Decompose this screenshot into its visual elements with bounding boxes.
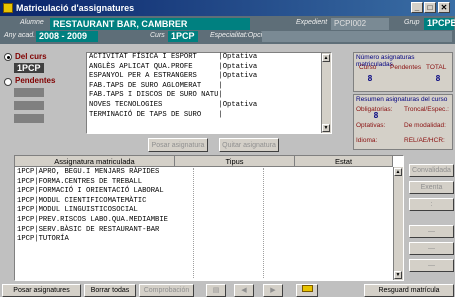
- borrar-todas-button[interactable]: Borrar todas: [84, 284, 136, 297]
- total-header: TOTAL: [426, 64, 447, 71]
- subject-row[interactable]: ESPANYOL PER A ESTRANGERS |Optativa: [89, 72, 331, 82]
- dash-button-1[interactable]: —: [409, 225, 454, 238]
- alumne-label: Alumne: [20, 19, 44, 26]
- pendents-radio[interactable]: [4, 78, 12, 86]
- curs-header: Curso: [359, 64, 377, 71]
- posar-asignatura-button[interactable]: Posar asignatura: [148, 138, 208, 152]
- window-title: Matriculació d'assignatures: [16, 3, 135, 13]
- subject-row[interactable]: TERMINACIÓ DE TAPS DE SURO |: [89, 111, 331, 121]
- dash-button-3[interactable]: —: [409, 259, 454, 272]
- subjects-rows: ACTIVITAT FÍSICA I ESPORT |Optativa ANGLÈ…: [87, 53, 331, 120]
- col-divider-1: [193, 168, 194, 278]
- any-field[interactable]: 2008 - 2009: [36, 31, 98, 42]
- exenta-button[interactable]: Exenta: [409, 181, 454, 194]
- subject-type: Optativa: [222, 53, 258, 61]
- idioma-label: Idioma:: [356, 137, 378, 144]
- subject-row[interactable]: FAB.TAPS DE SURO AGLOMERAT |: [89, 82, 331, 92]
- pendents-slot-2: [14, 101, 44, 110]
- resguard-matricula-button[interactable]: Resguard matrícula: [364, 284, 454, 297]
- col-divider-2: [263, 168, 264, 278]
- pendents-label: Pendentes: [15, 76, 56, 85]
- subjects-list[interactable]: ACTIVITAT FÍSICA I ESPORT |Optativa ANGLÈ…: [86, 52, 332, 134]
- dash-button-2[interactable]: —: [409, 242, 454, 255]
- subject-type: Optativa: [222, 62, 258, 71]
- especialitat-field[interactable]: [262, 31, 452, 42]
- subject-name: ESPANYOL PER A ESTRANGERS |: [89, 72, 223, 81]
- scroll-down-icon[interactable]: ▼: [322, 124, 330, 132]
- folder-icon[interactable]: [296, 284, 318, 297]
- optativas-label: Optativas:: [356, 122, 386, 129]
- table-row[interactable]: 1PCP|FORMA.CENTRES DE TREBALL: [17, 178, 168, 188]
- subject-row[interactable]: ACTIVITAT FÍSICA I ESPORT |Optativa: [89, 53, 331, 63]
- col-tipus[interactable]: Tipus: [175, 156, 295, 167]
- expedient-label: Expedient: [296, 19, 328, 26]
- subject-type: Optativa: [222, 100, 258, 109]
- prev-icon[interactable]: ◀: [234, 284, 254, 297]
- expedient-field[interactable]: PCPI002: [331, 18, 389, 30]
- subject-type: Optativa: [222, 72, 258, 81]
- subject-name: TERMINACIÓ DE TAPS DE SURO |: [89, 110, 223, 119]
- rel-label: REL/AE/HCR:: [404, 137, 445, 144]
- subject-name: ACTIVITAT FÍSICA I ESPORT |: [89, 53, 223, 61]
- title-bar: Matriculació d'assignatures: [0, 0, 455, 16]
- maximize-button[interactable]: □: [424, 2, 436, 13]
- modalidad-label: De modalidad:: [404, 122, 446, 129]
- subject-name: FAB.TAPS I DISCOS DE SURO NATU|: [89, 91, 223, 100]
- table-scrollbar[interactable]: ▲ ▼: [393, 167, 403, 280]
- numero-matriculadas-box: Número asignaturas matriculadas Curso Pe…: [353, 52, 453, 92]
- convalidada-button[interactable]: Convalidada: [409, 164, 454, 177]
- del-curs-badge: 1PCP: [14, 63, 44, 73]
- subject-row[interactable]: ANGLÈS APLICAT QUA.PROFE |Optativa: [89, 63, 331, 73]
- close-button[interactable]: ✕: [438, 2, 450, 13]
- col-estat[interactable]: Estat: [295, 156, 393, 167]
- table-row[interactable]: 1PCP|SERV.BÀSIC DE RESTAURANT-BAR: [17, 226, 168, 236]
- troncal-label: Troncal/Espec.:: [404, 106, 449, 113]
- enrolled-table[interactable]: Assignatura matriculada Tipus Estat 1PCP…: [14, 155, 404, 281]
- subject-row[interactable]: NOVES TECNOLOGIES |Optativa: [89, 101, 331, 111]
- del-curs-label: Del curs: [15, 52, 47, 61]
- pendents-slot-1: [14, 88, 44, 97]
- print-icon[interactable]: ▤: [206, 284, 226, 297]
- table-scroll-down-icon[interactable]: ▼: [394, 271, 402, 279]
- grup-field[interactable]: 1PCPB: [424, 18, 455, 30]
- table-scroll-up-icon[interactable]: ▲: [394, 168, 402, 176]
- table-row[interactable]: 1PCP|PREV.RISCOS LABO.QUA.MEDIAMBIE: [17, 216, 168, 226]
- table-row[interactable]: 1PCP|MODUL LINGUISTICOSOCIAL: [17, 206, 168, 216]
- subject-name: NOVES TECNOLOGIES |: [89, 100, 223, 109]
- subject-name: FAB.TAPS DE SURO AGLOMERAT |: [89, 81, 223, 90]
- curs-label: Curs: [150, 32, 165, 39]
- alumne-field[interactable]: RESTAURANT BAR, CAMBRER: [50, 18, 250, 30]
- table-row[interactable]: 1PCP|TUTORÍA: [17, 235, 168, 245]
- posar-asignatures-button[interactable]: Posar asignatures: [2, 284, 81, 297]
- resum-title: Resumen asignaturas del curso: [356, 96, 448, 103]
- subject-name: ANGLÈS APLICAT QUA.PROFE |: [89, 62, 223, 71]
- especialitat-label: Especialitat:Opció: [210, 32, 267, 39]
- grup-label: Grup: [404, 19, 420, 26]
- resum-box: Resumen asignaturas del curso Obligatori…: [353, 94, 453, 150]
- minimize-button[interactable]: _: [411, 2, 423, 13]
- any-label: Any acad.: [4, 32, 36, 39]
- obligatorias-count: 8: [373, 111, 379, 120]
- curs-count: 8: [367, 74, 373, 83]
- pendents-slot-3: [14, 114, 44, 123]
- subject-row[interactable]: FAB.TAPS I DISCOS DE SURO NATU|: [89, 91, 331, 101]
- table-row[interactable]: 1PCP|MODUL CIENTIFICOMATEMÀTIC: [17, 197, 168, 207]
- del-curs-radio[interactable]: [4, 53, 12, 61]
- enrolled-rows: 1PCP|APRO, BEGU.I MENJARS RÀPIDES 1PCP|FO…: [17, 168, 168, 245]
- quitar-asignatura-button[interactable]: Quitar asignatura: [219, 138, 279, 152]
- scroll-up-icon[interactable]: ▲: [322, 54, 330, 62]
- table-row[interactable]: 1PCP|APRO, BEGU.I MENJARS RÀPIDES: [17, 168, 168, 178]
- app-icon: [3, 3, 13, 13]
- next-icon[interactable]: ▶: [263, 284, 283, 297]
- comprobacion-button[interactable]: Comprobación: [139, 284, 194, 297]
- subjects-scrollbar[interactable]: ▲ ▼: [321, 53, 331, 133]
- table-row[interactable]: 1PCP|FORMACIÓ I ORIENTACIÓ LABORAL: [17, 187, 168, 197]
- col-assignatura[interactable]: Assignatura matriculada: [15, 156, 175, 167]
- total-count: 8: [435, 74, 441, 83]
- curs-field[interactable]: 1PCP: [168, 31, 198, 42]
- colon-button[interactable]: :: [409, 198, 454, 211]
- pendents-header: Pendentes: [390, 64, 422, 71]
